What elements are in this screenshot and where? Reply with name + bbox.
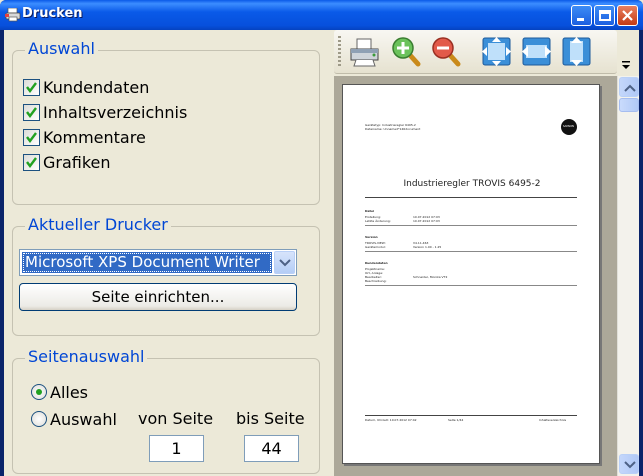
to-page-input[interactable]: 44 [244,435,299,462]
radio-label: Auswahl [50,409,117,429]
section-kundendaten: Kundendaten [365,261,388,265]
footer-section: Inhaltsverzeichnis [539,418,567,422]
zoom-out-icon[interactable] [430,35,463,68]
radio-button[interactable] [31,411,47,427]
maximize-icon [599,10,611,21]
printer-icon[interactable] [348,35,381,68]
auswahl-group-title: Auswahl [25,39,98,58]
radio-alles[interactable]: Alles [31,381,88,403]
chevron-down-icon [624,461,636,469]
checkmark-icon [26,106,37,118]
checkmark-icon [26,156,37,168]
fit-page-icon[interactable] [480,35,513,68]
fit-height-icon[interactable] [560,35,593,68]
minimize-button[interactable] [571,5,592,26]
logo-text: SAMSON [563,125,574,128]
auswahl-group: Auswahl Kundendaten Inhaltsverzeichnis K… [12,39,320,205]
toolbar-overflow-icon[interactable] [621,60,631,70]
radio-auswahl[interactable]: Auswahl [31,408,117,430]
beschreibung-label: Beschreibung: [365,279,387,283]
drucker-group-title: Aktueller Drucker [25,215,171,234]
chevron-down-icon [279,259,291,267]
zoom-in-icon[interactable] [390,35,423,68]
geraet-label: Gerätemodul: [365,245,386,249]
page-doc-title: Industrieregler TROVIS 6495-2 [403,179,541,189]
page-divider [365,225,577,226]
print-dialog-window: Drucken Auswahl Kundendaten Inhaltsverze… [0,0,643,476]
section-version: Version [365,235,378,239]
scroll-thumb[interactable] [619,98,639,112]
page-divider [365,285,577,286]
radio-label: Alles [50,382,89,402]
checkbox-box[interactable] [23,78,40,96]
scroll-down-button[interactable] [619,454,639,474]
checkbox-box[interactable] [23,153,40,171]
preview-viewport[interactable]: Gerätetyp: Industrieregler 6495-2 Datein… [334,76,617,476]
bis-seite-label: bis Seite [236,409,305,428]
seitenauswahl-group-title: Seitenauswahl [25,347,148,366]
section-datei: Datei [365,209,375,213]
checkbox-grafiken[interactable]: Grafiken [23,151,111,173]
checkbox-kundendaten[interactable]: Kundendaten [23,76,149,98]
page-footer-divider [365,415,577,416]
checkbox-label: Kundendaten [43,77,150,97]
printer-select[interactable]: Microsoft XPS Document Writer [19,249,297,276]
aenderung-label: Letzte Änderung: [365,219,391,223]
checkbox-label: Kommentare [43,127,146,147]
maximize-button[interactable] [594,5,615,26]
checkbox-label: Grafiken [43,152,111,172]
toolbar-grip[interactable] [338,36,341,68]
page-setup-button[interactable]: Seite einrichten... [19,283,297,311]
aenderung-value: 10.07.2012 07:03 [413,219,440,223]
window-title: Drucken [22,6,83,21]
close-button[interactable] [617,5,638,26]
footer-date: Datum, Uhrzeit: 10.07.2012 07:42 [365,418,417,422]
preview-page: Gerätetyp: Industrieregler 6495-2 Datein… [342,84,600,464]
checkmark-icon [26,81,37,93]
seitenauswahl-group: Seitenauswahl Alles Auswahl von Seite bi… [12,347,320,474]
drucker-group: Aktueller Drucker Microsoft XPS Document… [12,215,320,336]
dialog-client-area: Auswahl Kundendaten Inhaltsverzeichnis K… [4,30,639,476]
page-divider [365,251,577,252]
bearbeiter-value: Schneider, Monika VT2 [413,275,448,279]
close-icon [622,10,633,21]
page-divider [365,197,577,198]
printer-select-dropdown-button[interactable] [274,251,295,274]
print-preview-pane: Gerätetyp: Industrieregler 6495-2 Datein… [334,30,639,476]
preview-toolbar [334,30,617,74]
title-bar[interactable]: Drucken [0,0,643,30]
footer-page: Seite 1/44 [448,418,464,422]
printer-select-value: Microsoft XPS Document Writer [22,252,272,273]
chevron-up-icon [624,84,636,92]
fit-width-icon[interactable] [520,35,553,68]
von-seite-label: von Seite [138,409,214,428]
minimize-icon [577,18,584,21]
checkbox-kommentare[interactable]: Kommentare [23,126,146,148]
scroll-up-button[interactable] [619,77,639,97]
samson-logo: SAMSON [561,119,577,135]
geraet-value: Version 1.00 - 1.25 [413,245,442,249]
checkbox-label: Inhaltsverzeichnis [43,102,188,122]
checkbox-box[interactable] [23,103,40,121]
from-page-input[interactable]: 1 [149,435,204,462]
page-header-filename: Dateiname: Unnamed*146document [365,127,421,131]
printer-icon [5,8,21,22]
checkbox-inhaltsverzeichnis[interactable]: Inhaltsverzeichnis [23,101,187,123]
checkbox-box[interactable] [23,128,40,146]
checkmark-icon [26,131,37,143]
preview-vertical-scrollbar[interactable] [617,76,639,476]
radio-button[interactable] [31,384,47,400]
